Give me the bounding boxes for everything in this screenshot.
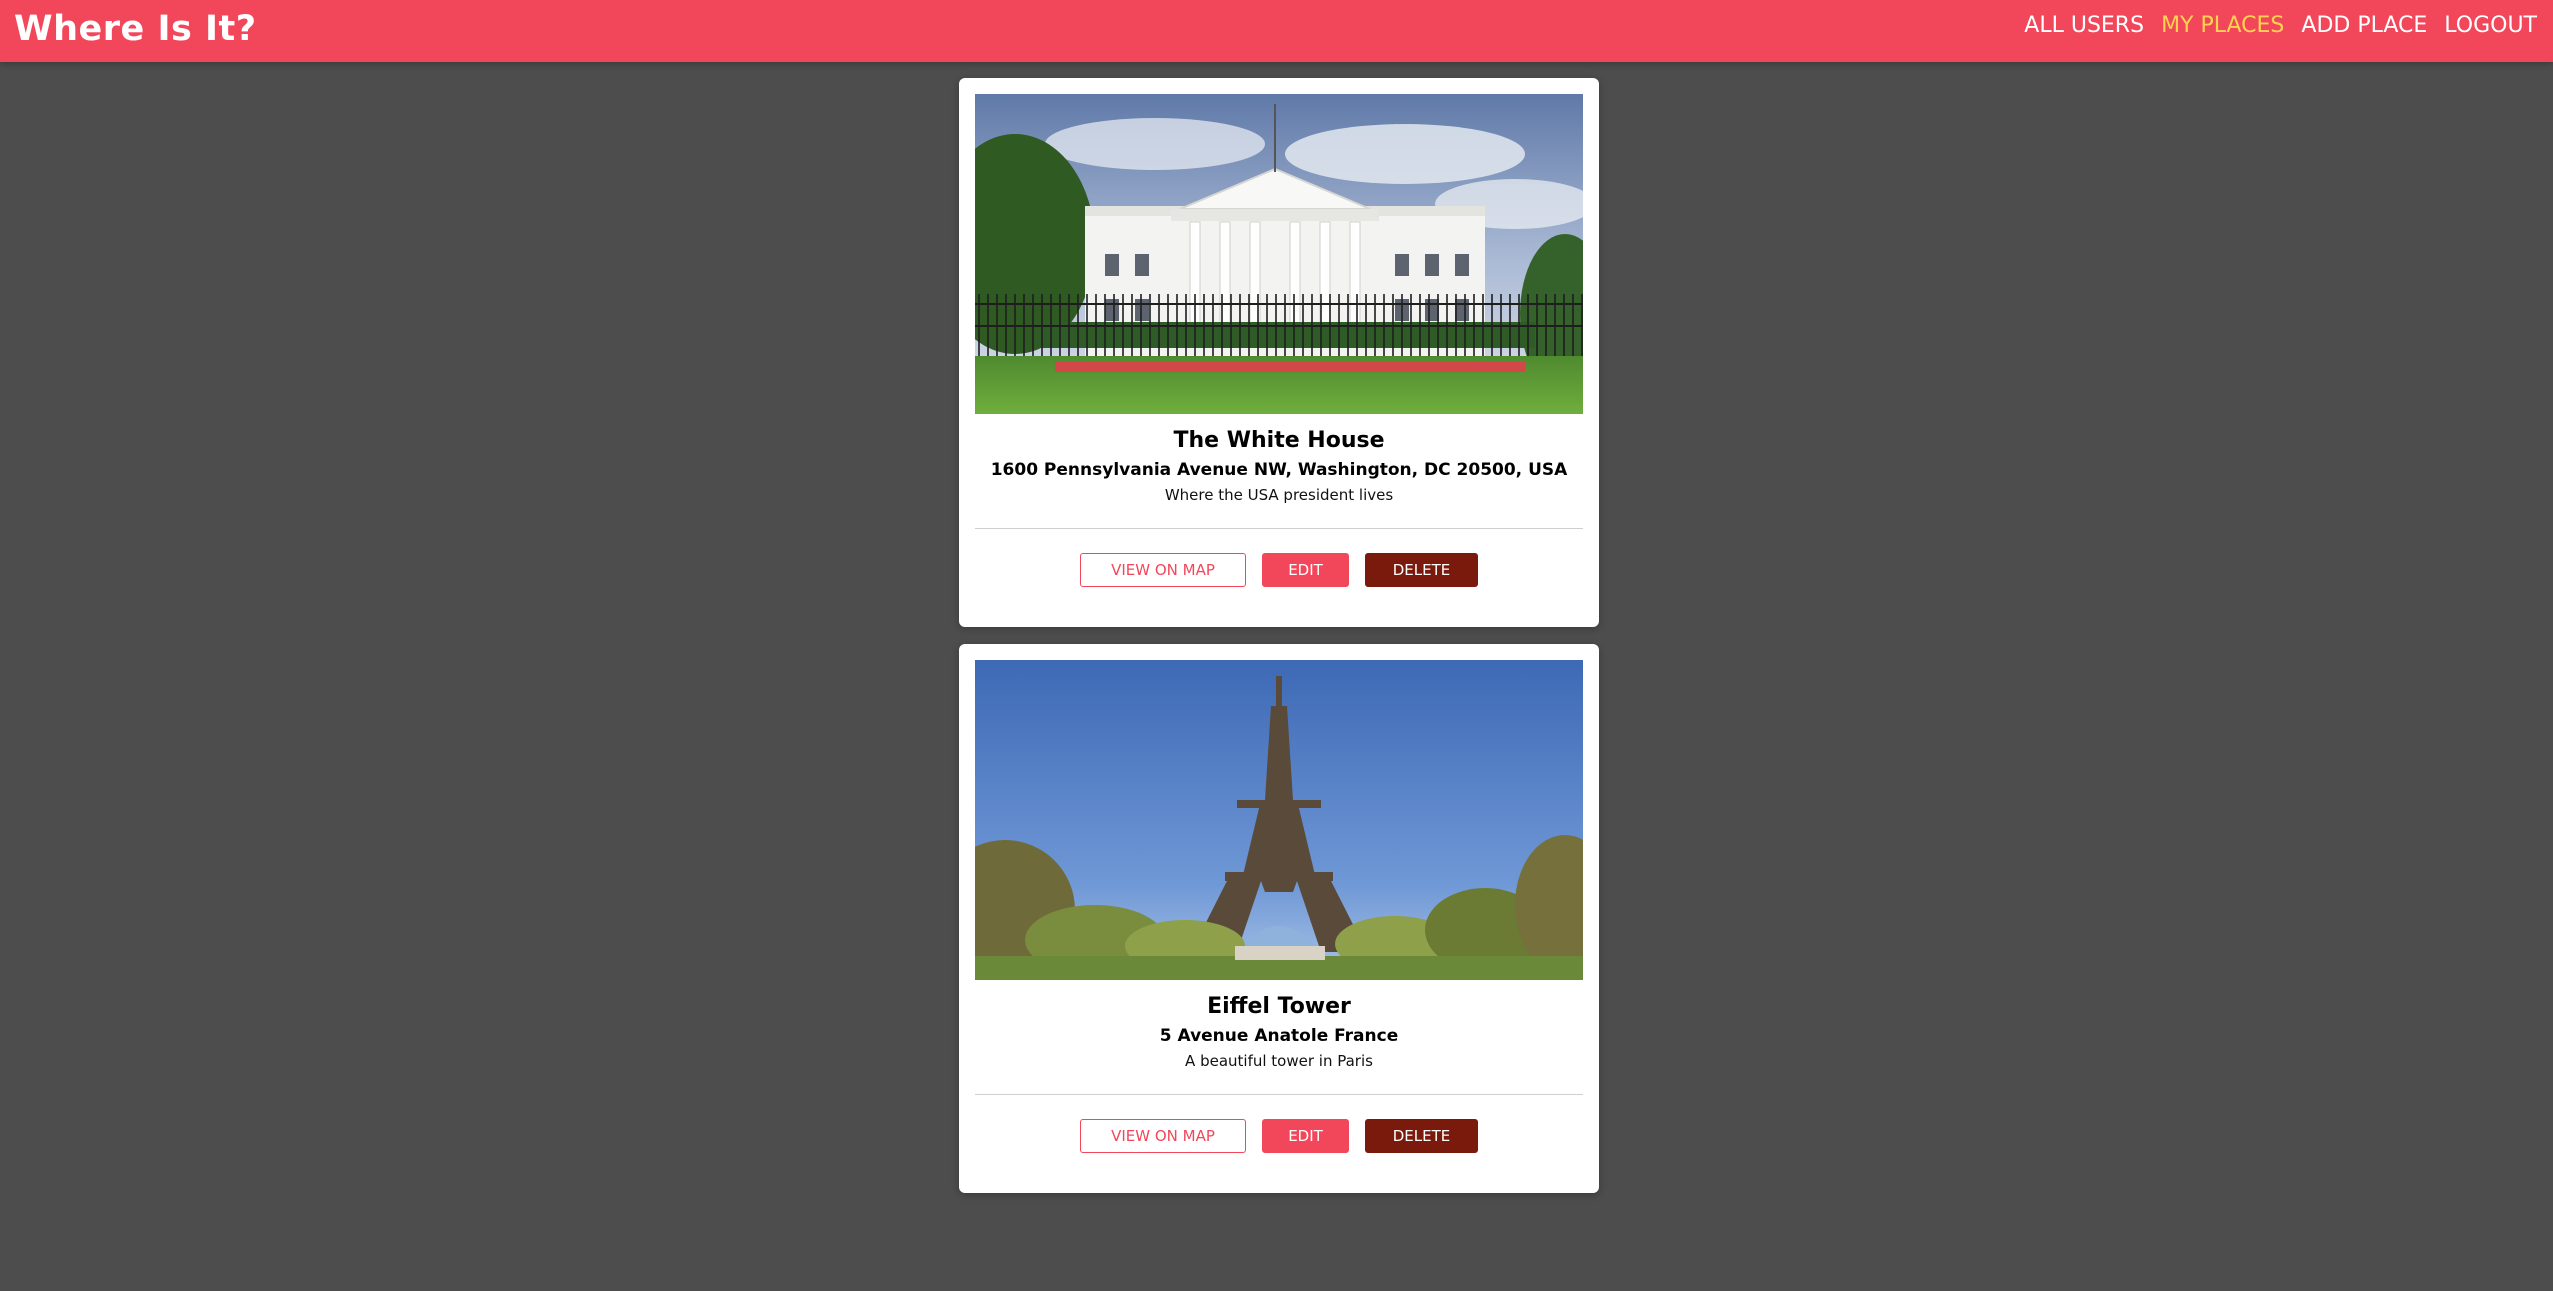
white-house-photo (975, 94, 1583, 414)
main-navigation: ALL USERS MY PLACES ADD PLACE LOGOUT (2024, 12, 2537, 40)
place-card: The White House 1600 Pennsylvania Avenue… (959, 78, 1599, 627)
card-divider (975, 1094, 1583, 1095)
app-title[interactable]: Where Is It? (14, 8, 257, 50)
edit-button[interactable]: EDIT (1262, 553, 1349, 587)
card-divider (975, 528, 1583, 529)
card-actions: VIEW ON MAP EDIT DELETE (959, 553, 1599, 587)
place-address: 5 Avenue Anatole France (1159, 1026, 1399, 1046)
place-title: The White House (1173, 428, 1385, 453)
place-address: 1600 Pennsylvania Avenue NW, Washington,… (990, 460, 1568, 480)
card-actions: VIEW ON MAP EDIT DELETE (959, 1119, 1599, 1153)
main-header: Where Is It? ALL USERS MY PLACES ADD PLA… (0, 0, 2553, 62)
edit-button[interactable]: EDIT (1262, 1119, 1349, 1153)
eiffel-tower-photo (975, 660, 1583, 980)
nav-my-places[interactable]: MY PLACES (2161, 12, 2284, 40)
place-card: Eiffel Tower 5 Avenue Anatole France A b… (959, 644, 1599, 1193)
nav-logout[interactable]: LOGOUT (2444, 12, 2537, 40)
nav-add-place[interactable]: ADD PLACE (2301, 12, 2427, 40)
place-description: Where the USA president lives (1164, 486, 1394, 504)
nav-all-users[interactable]: ALL USERS (2024, 12, 2144, 40)
view-on-map-button[interactable]: VIEW ON MAP (1080, 1119, 1246, 1153)
delete-button[interactable]: DELETE (1365, 553, 1478, 587)
place-title: Eiffel Tower (1207, 994, 1351, 1019)
delete-button[interactable]: DELETE (1365, 1119, 1478, 1153)
view-on-map-button[interactable]: VIEW ON MAP (1080, 553, 1246, 587)
place-description: A beautiful tower in Paris (1185, 1052, 1373, 1070)
